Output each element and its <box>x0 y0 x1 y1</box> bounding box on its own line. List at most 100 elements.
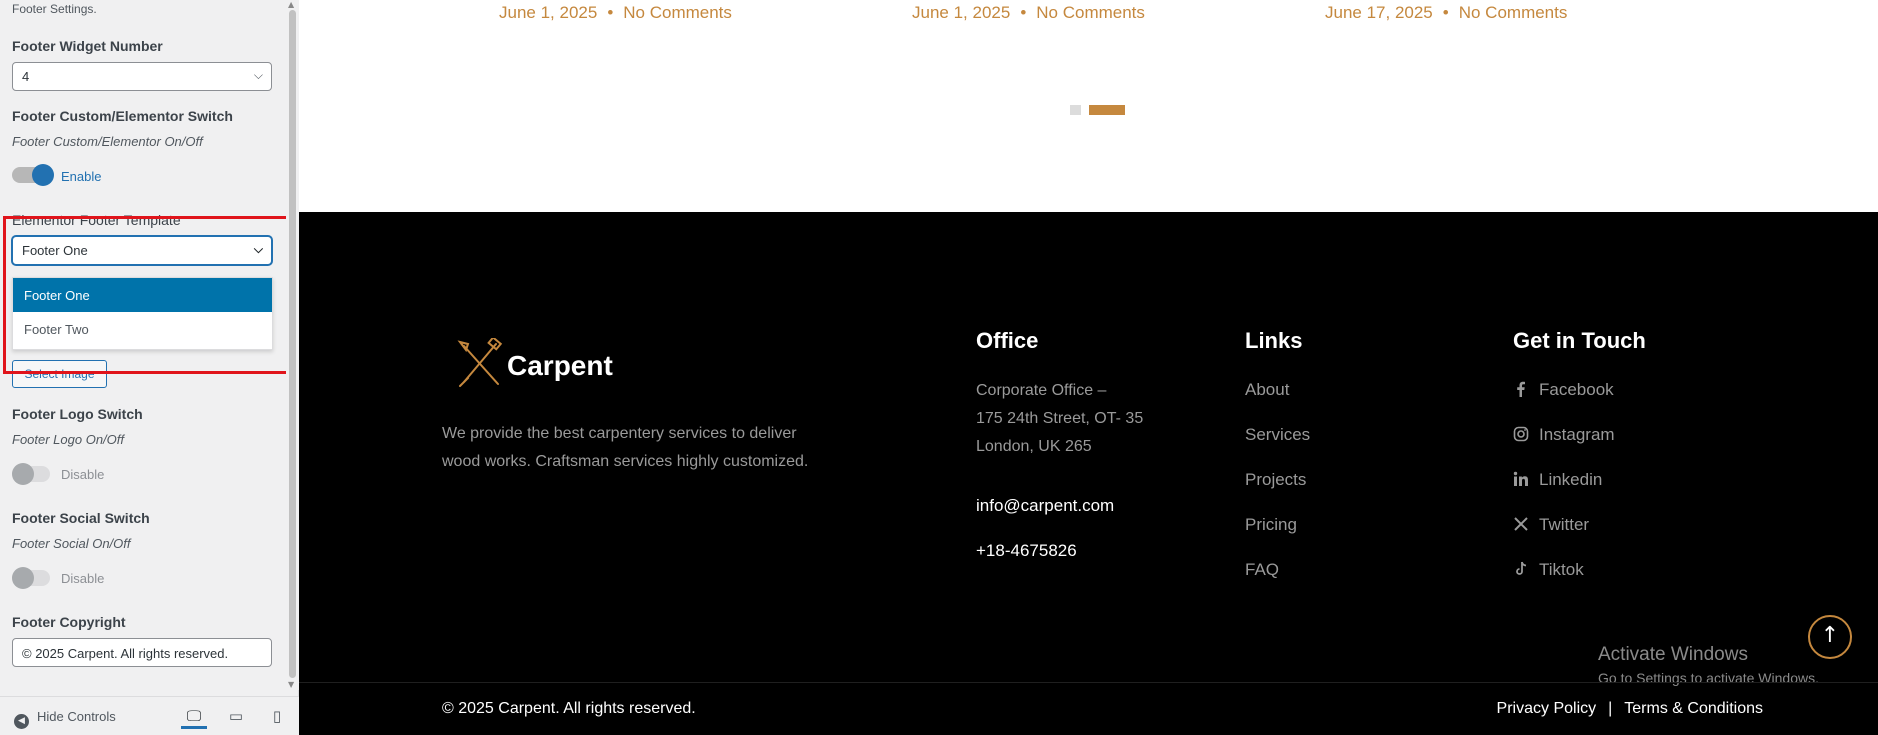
post-comments[interactable]: No Comments <box>623 3 732 22</box>
template-option-footer-one[interactable]: Footer One <box>13 278 272 312</box>
logo-switch-title: Footer Logo Switch <box>12 406 143 422</box>
social-label: Twitter <box>1539 515 1590 534</box>
toggle-knob <box>32 164 54 186</box>
footer-link-faq[interactable]: FAQ <box>1245 560 1279 580</box>
linkedin-icon <box>1513 471 1528 486</box>
social-label: Tiktok <box>1539 560 1584 579</box>
chevron-down-icon: ⌵ <box>253 68 263 82</box>
social-label: Linkedin <box>1539 470 1603 489</box>
meta-separator: • <box>1020 3 1027 22</box>
post-comments[interactable]: No Comments <box>1036 3 1145 22</box>
footer-link-projects[interactable]: Projects <box>1245 470 1306 490</box>
social-switch-title: Footer Social Switch <box>12 510 150 526</box>
address-line: Corporate Office – <box>976 382 1107 399</box>
watermark-subtitle: Go to Settings to activate Windows. <box>1598 670 1819 686</box>
carpent-logo-icon <box>457 338 503 387</box>
hide-controls-button[interactable]: ◀ Hide Controls <box>14 709 116 729</box>
template-option-footer-two[interactable]: Footer Two <box>13 312 272 346</box>
post-meta: June 1, 2025 • No Comments <box>499 3 732 23</box>
legal-separator: | <box>1608 700 1613 717</box>
social-link-twitter[interactable]: Twitter <box>1513 515 1589 535</box>
template-dropdown-list: Footer One Footer Two <box>12 277 273 350</box>
scroll-up-icon[interactable]: ▲ <box>288 0 294 9</box>
custom-switch-desc: Footer Custom/Elementor On/Off <box>12 134 203 149</box>
hide-controls-label: Hide Controls <box>37 709 116 724</box>
custom-elementor-toggle[interactable] <box>12 164 54 186</box>
post-date[interactable]: June 1, 2025 <box>912 3 1010 22</box>
footer-about-text: We provide the best carpentery services … <box>442 425 809 470</box>
social-link-facebook[interactable]: Facebook <box>1513 380 1614 400</box>
tablet-preview-icon[interactable]: ▭ <box>223 705 249 729</box>
instagram-icon <box>1513 426 1529 442</box>
copyright-input[interactable]: © 2025 Carpent. All rights reserved. <box>12 638 272 667</box>
social-label: Instagram <box>1539 425 1615 444</box>
widget-number-select[interactable]: 4 ⌵ <box>12 62 272 91</box>
arrow-up-icon: ↑ <box>1820 623 1840 648</box>
chevron-down-icon: ⌵ <box>253 242 263 256</box>
toggle-knob <box>12 567 34 589</box>
footer-template-select[interactable]: Footer One ⌵ <box>12 236 272 265</box>
post-date[interactable]: June 1, 2025 <box>499 3 597 22</box>
scrollbar-thumb[interactable] <box>289 10 296 678</box>
facebook-icon <box>1517 381 1525 397</box>
legal-links: Privacy Policy | Terms & Conditions <box>1497 700 1763 718</box>
scroll-down-icon[interactable]: ▼ <box>288 680 294 689</box>
section-note: Footer Settings. <box>12 2 97 16</box>
customizer-controls: Footer Settings. Footer Widget Number 4 … <box>0 0 286 690</box>
toggle-knob <box>12 463 34 485</box>
social-link-linkedin[interactable]: Linkedin <box>1513 470 1602 490</box>
mobile-preview-icon[interactable]: ▯ <box>264 705 290 729</box>
social-switch-state: Disable <box>61 571 105 586</box>
template-selected-value: Footer One <box>22 243 88 258</box>
meta-separator: • <box>1442 3 1449 22</box>
footer-link-services[interactable]: Services <box>1245 425 1310 445</box>
carousel-dot-active[interactable] <box>1089 105 1125 115</box>
footer-logo-toggle[interactable] <box>12 463 50 485</box>
site-footer: Carpent We provide the best carpentery s… <box>299 212 1878 735</box>
footer-divider <box>299 682 1878 683</box>
template-title: Elementor Footer Template <box>12 212 181 228</box>
post-meta: June 17, 2025 • No Comments <box>1325 3 1567 23</box>
watermark-title: Activate Windows <box>1598 644 1748 665</box>
widget-number-title: Footer Widget Number <box>12 38 163 54</box>
terms-link[interactable]: Terms & Conditions <box>1624 700 1763 717</box>
social-label: Facebook <box>1539 380 1614 399</box>
social-switch-desc: Footer Social On/Off <box>12 536 131 551</box>
links-heading: Links <box>1245 328 1303 353</box>
site-preview: June 1, 2025 • No Comments June 1, 2025 • No… <box>299 0 1878 735</box>
copyright-title: Footer Copyright <box>12 614 126 630</box>
get-in-touch-heading: Get in Touch <box>1513 328 1646 353</box>
sidebar-scrollbar[interactable]: ▲ ▼ <box>286 0 299 690</box>
activate-windows-watermark: Activate Windows Go to Settings to activ… <box>1598 644 1819 686</box>
carousel-dot[interactable] <box>1070 105 1081 115</box>
logo-switch-state: Disable <box>61 467 105 482</box>
office-phone[interactable]: +18-4675826 <box>976 541 1077 561</box>
footer-copyright: © 2025 Carpent. All rights reserved. <box>442 700 696 717</box>
privacy-policy-link[interactable]: Privacy Policy <box>1497 700 1597 717</box>
custom-switch-state: Enable <box>61 169 102 184</box>
office-email[interactable]: info@carpent.com <box>976 496 1114 516</box>
office-heading: Office <box>976 328 1039 353</box>
post-date[interactable]: June 17, 2025 <box>1325 3 1433 22</box>
footer-link-pricing[interactable]: Pricing <box>1245 515 1297 535</box>
meta-separator: • <box>607 3 614 22</box>
post-meta: June 1, 2025 • No Comments <box>912 3 1145 23</box>
custom-switch-title: Footer Custom/Elementor Switch <box>12 108 233 124</box>
widget-number-value: 4 <box>22 69 30 84</box>
logo-switch-desc: Footer Logo On/Off <box>12 432 125 447</box>
post-comments[interactable]: No Comments <box>1459 3 1568 22</box>
x-twitter-icon <box>1514 517 1528 531</box>
address-line: 175 24th Street, OT- 35 <box>976 410 1144 427</box>
office-address: Corporate Office – 175 24th Street, OT- … <box>976 377 1143 461</box>
select-image-button[interactable]: Select Image <box>12 360 107 388</box>
footer-social-toggle[interactable] <box>12 567 50 589</box>
tiktok-icon <box>1516 561 1527 575</box>
social-link-tiktok[interactable]: Tiktok <box>1513 560 1584 580</box>
desktop-preview-icon[interactable]: 🖵 <box>181 705 207 729</box>
customizer-sidebar: Footer Settings. Footer Widget Number 4 … <box>0 0 299 735</box>
customizer-footer: ◀ Hide Controls 🖵 ▭ ▯ <box>0 696 299 735</box>
social-link-instagram[interactable]: Instagram <box>1513 425 1615 445</box>
footer-link-about[interactable]: About <box>1245 380 1289 400</box>
brand-name[interactable]: Carpent <box>507 350 613 382</box>
collapse-icon: ◀ <box>14 714 29 729</box>
